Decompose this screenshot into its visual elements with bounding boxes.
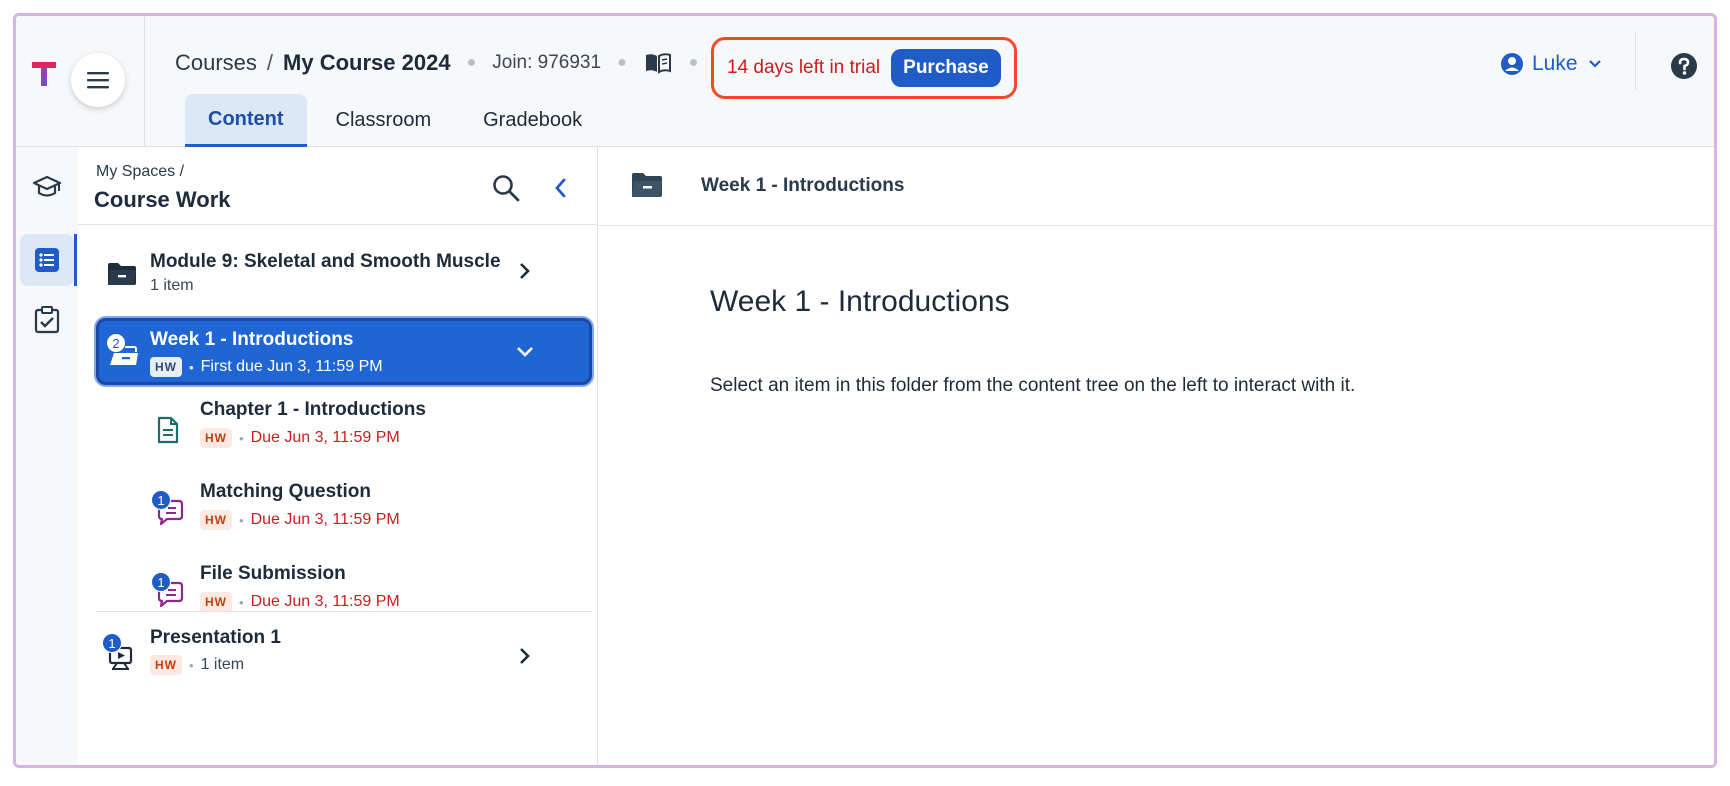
- user-menu[interactable]: Luke: [1500, 52, 1602, 76]
- tree-divider: [96, 611, 592, 612]
- user-avatar-icon: [1501, 53, 1523, 75]
- tree-item-meta: HW • 1 item: [150, 655, 244, 675]
- meta-dot: •: [189, 359, 194, 375]
- breadcrumb-separator: /: [266, 50, 274, 75]
- homework-tag: HW: [200, 510, 232, 530]
- rail-courses-button[interactable]: [20, 161, 74, 213]
- homework-tag: HW: [200, 592, 232, 612]
- rail-active-indicator: [74, 234, 77, 286]
- main-menu-button[interactable]: [71, 53, 125, 107]
- page-description: Select an item in this folder from the c…: [710, 375, 1356, 396]
- tree-item-meta: HW • Due Jun 3, 11:59 PM: [200, 428, 400, 448]
- chevron-left-icon[interactable]: [548, 174, 574, 202]
- app-window: Courses / My Course 2024 ● Join: 976931 …: [13, 13, 1717, 768]
- chevron-down-icon: [1588, 60, 1601, 68]
- left-rail: [16, 147, 78, 765]
- sidebar-title: Course Work: [94, 187, 231, 212]
- tree-item-meta: HW • First due Jun 3, 11:59 PM: [150, 357, 383, 377]
- due-date: Due Jun 3, 11:59 PM: [250, 593, 400, 610]
- separator-dot: ●: [617, 54, 627, 71]
- meta-dot: •: [239, 430, 244, 446]
- help-icon[interactable]: [1669, 51, 1699, 81]
- tree-item-module-9[interactable]: Module 9: Skeletal and Smooth Muscle 1 i…: [96, 239, 592, 313]
- tree-item-meta: 1 item: [150, 277, 194, 294]
- trial-notice: 14 days left in trial Purchase: [711, 37, 1017, 99]
- tree-item-title: Presentation 1: [150, 627, 281, 648]
- meta-dot: •: [189, 657, 194, 673]
- folder-icon: [632, 173, 662, 197]
- separator-dot: ●: [466, 54, 477, 71]
- main-content-panel: Week 1 - Introductions Week 1 - Introduc…: [599, 147, 1714, 765]
- homework-tag: HW: [200, 428, 232, 448]
- chevron-right-icon[interactable]: [513, 259, 537, 283]
- homework-tag: HW: [150, 357, 182, 377]
- tree-item-chapter-1[interactable]: Chapter 1 - Introductions HW • Due Jun 3…: [96, 391, 592, 463]
- tree-item-title: Chapter 1 - Introductions: [200, 399, 426, 420]
- logo-column: [16, 16, 145, 147]
- content-tree-header: My Spaces / Course Work: [78, 147, 597, 225]
- course-tabs: Content Classroom Gradebook: [185, 94, 611, 147]
- folder-icon: [104, 256, 140, 292]
- page-title: Week 1 - Introductions: [710, 285, 1010, 318]
- trial-days-left: 14 days left in trial: [727, 57, 881, 78]
- join-code: Join: 976931: [492, 52, 602, 73]
- tree-item-week-1[interactable]: 2 Week 1 - Introductions HW • First due …: [96, 318, 592, 385]
- separator-dot: ●: [688, 54, 699, 71]
- content-header-title: Week 1 - Introductions: [701, 175, 905, 196]
- sidebar-breadcrumb[interactable]: My Spaces /: [96, 163, 184, 181]
- item-count: 1 item: [200, 656, 245, 673]
- header-divider: [1635, 32, 1636, 90]
- graduation-cap-icon: [32, 175, 62, 197]
- tree-item-title: Matching Question: [200, 481, 371, 502]
- tab-classroom[interactable]: Classroom: [313, 94, 455, 147]
- chevron-right-icon[interactable]: [513, 644, 537, 668]
- rail-tasks-button[interactable]: [20, 294, 74, 346]
- notification-badge: 1: [151, 572, 171, 592]
- content-tree-panel: My Spaces / Course Work Module 9: Skelet…: [78, 147, 598, 765]
- top-header: Courses / My Course 2024 ● Join: 976931 …: [16, 16, 1714, 147]
- tree-item-meta: HW • Due Jun 3, 11:59 PM: [200, 510, 400, 530]
- tab-gradebook[interactable]: Gradebook: [460, 94, 605, 147]
- meta-dot: •: [239, 512, 244, 528]
- notification-badge: 2: [106, 333, 126, 353]
- list-icon: [35, 248, 59, 272]
- chevron-down-icon[interactable]: [513, 340, 537, 364]
- due-date: Due Jun 3, 11:59 PM: [250, 429, 400, 446]
- hamburger-icon: [87, 72, 109, 89]
- breadcrumb-courses-link[interactable]: Courses: [175, 50, 257, 76]
- user-name: Luke: [1532, 52, 1578, 75]
- breadcrumb: Courses / My Course 2024 ● Join: 976931 …: [175, 50, 714, 76]
- document-icon: [150, 412, 186, 448]
- meta-dot: •: [239, 594, 244, 610]
- tree-item-presentation-1[interactable]: 1 Presentation 1 HW • 1 item: [96, 617, 592, 695]
- tree-item-title: Module 9: Skeletal and Smooth Muscle: [150, 251, 501, 272]
- search-icon[interactable]: [491, 173, 521, 203]
- tree-item-meta: HW • Due Jun 3, 11:59 PM: [200, 592, 400, 612]
- notification-badge: 1: [151, 490, 171, 510]
- content-header: Week 1 - Introductions: [599, 147, 1714, 226]
- clipboard-check-icon: [34, 306, 60, 334]
- first-due-date: First due Jun 3, 11:59 PM: [200, 358, 383, 375]
- tree-item-title: Week 1 - Introductions: [150, 329, 354, 350]
- homework-tag: HW: [150, 655, 182, 675]
- tree-item-title: File Submission: [200, 563, 346, 584]
- app-logo-icon: [32, 62, 56, 86]
- tab-content[interactable]: Content: [185, 94, 307, 147]
- open-book-icon[interactable]: [643, 50, 673, 76]
- due-date: Due Jun 3, 11:59 PM: [250, 511, 400, 528]
- course-name: My Course 2024: [283, 50, 451, 75]
- tree-item-matching-question[interactable]: 1 Matching Question HW • Due Jun 3, 11:5…: [96, 473, 592, 545]
- purchase-button[interactable]: Purchase: [891, 49, 1001, 87]
- notification-badge: 1: [102, 633, 122, 653]
- rail-content-list-button[interactable]: [20, 234, 74, 286]
